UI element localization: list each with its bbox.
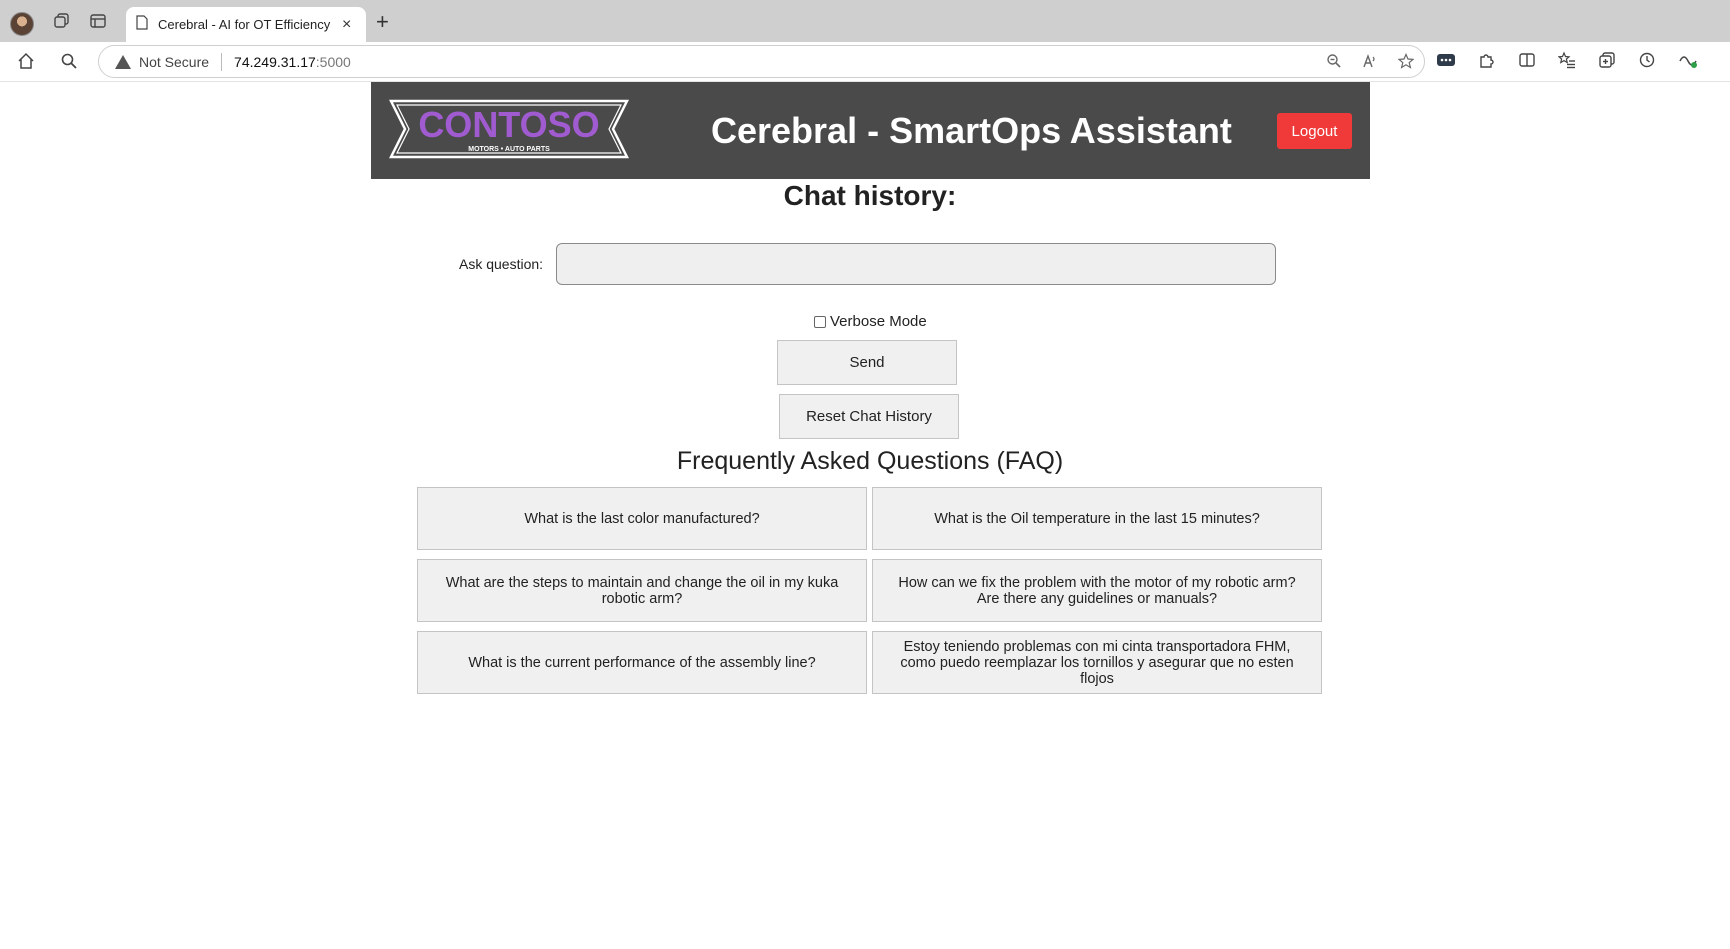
faq-question-button[interactable]: What is the last color manufactured?: [417, 487, 867, 550]
app-title: Cerebral - SmartOps Assistant: [711, 110, 1232, 151]
url-host: 74.249.31.17: [234, 53, 316, 70]
split-screen-icon[interactable]: [1518, 51, 1536, 74]
send-button[interactable]: Send: [777, 340, 957, 385]
tab-title: Cerebral - AI for OT Efficiency: [158, 17, 331, 32]
browser-tab-active[interactable]: Cerebral - AI for OT Efficiency ×: [126, 7, 366, 42]
faq-question-button[interactable]: What is the current performance of the a…: [417, 631, 867, 694]
close-tab-icon[interactable]: ×: [342, 16, 351, 34]
faq-question-button[interactable]: What are the steps to maintain and chang…: [417, 559, 867, 622]
performance-icon[interactable]: [1678, 51, 1698, 74]
zoom-out-icon[interactable]: [1326, 53, 1342, 73]
faq-question-button[interactable]: How can we fix the problem with the moto…: [872, 559, 1322, 622]
logout-button[interactable]: Logout: [1277, 113, 1352, 149]
faq-question-button[interactable]: Estoy teniendo problemas con mi cinta tr…: [872, 631, 1322, 694]
not-secure-label[interactable]: Not Secure: [139, 54, 209, 70]
favorites-icon[interactable]: [1557, 51, 1576, 74]
history-icon[interactable]: [1638, 51, 1656, 74]
page-icon: [136, 14, 148, 35]
svg-text:CONTOSO: CONTOSO: [418, 104, 599, 145]
svg-text:MOTORS • AUTO PARTS: MOTORS • AUTO PARTS: [468, 146, 550, 153]
reset-chat-history-button[interactable]: Reset Chat History: [779, 394, 959, 439]
password-manager-icon[interactable]: [1436, 51, 1456, 74]
faq-heading: Frequently Asked Questions (FAQ): [676, 447, 1064, 475]
vertical-tabs-icon[interactable]: [88, 11, 108, 31]
verbose-mode-label: Verbose Mode: [830, 313, 927, 330]
extensions-icon[interactable]: [1478, 51, 1496, 74]
profile-avatar[interactable]: [10, 12, 34, 36]
browser-toolbar: Not Secure 74.249.31.17 :5000: [0, 42, 1730, 82]
home-icon[interactable]: [16, 51, 36, 71]
workspaces-icon[interactable]: [52, 11, 72, 31]
verbose-mode-checkbox[interactable]: [814, 315, 826, 328]
url-port: :5000: [315, 53, 351, 70]
chat-history-heading: Chat history:: [783, 180, 957, 211]
address-bar[interactable]: Not Secure 74.249.31.17 :5000: [98, 45, 1425, 78]
read-aloud-icon[interactable]: [1362, 53, 1378, 73]
warning-icon: [115, 54, 131, 69]
faq-question-button[interactable]: What is the Oil temperature in the last …: [872, 487, 1322, 550]
ask-question-label: Ask question:: [459, 256, 544, 272]
app-header: CONTOSO MOTORS • AUTO PARTS Cerebral - S…: [371, 82, 1370, 179]
favorite-star-icon[interactable]: [1397, 53, 1415, 73]
collections-icon[interactable]: [1598, 51, 1616, 74]
browser-tab-strip: Cerebral - AI for OT Efficiency × +: [0, 0, 1730, 42]
question-input[interactable]: [556, 243, 1276, 285]
new-tab-button[interactable]: +: [376, 9, 389, 35]
contoso-logo: CONTOSO MOTORS • AUTO PARTS: [388, 99, 630, 159]
address-divider: [221, 52, 223, 71]
search-icon[interactable]: [59, 51, 79, 71]
verbose-mode-toggle[interactable]: Verbose Mode: [814, 313, 927, 330]
